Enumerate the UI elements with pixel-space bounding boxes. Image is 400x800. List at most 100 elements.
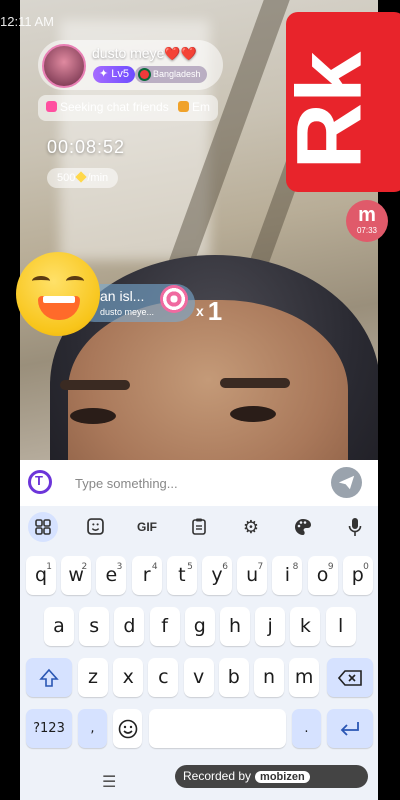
backspace-key[interactable] [327,658,373,697]
key-label: u [246,564,259,586]
key-m[interactable]: m [289,658,320,697]
left-brow [60,380,130,390]
key-label: c [158,666,169,688]
gift-count-number: 1 [207,296,223,326]
emoji-key[interactable] [113,709,142,748]
key-label: b [227,666,240,688]
key-k[interactable]: k [290,607,321,646]
app-logo-icon[interactable]: T [28,470,52,494]
key-label: f [161,615,168,637]
sticker-icon[interactable] [80,512,110,542]
key-hint: 8 [292,562,299,572]
gif-button[interactable]: GIF [132,512,162,542]
rk-logo-text: Rk [278,51,381,170]
mic-icon[interactable] [340,512,370,542]
menu-icon[interactable]: ☰ [102,772,116,792]
message-input[interactable] [70,472,310,494]
key-label: p [351,564,364,586]
key-hint: 7 [257,562,264,572]
book-tag-icon [178,101,189,112]
key-j[interactable]: j [255,607,286,646]
clipboard-icon[interactable] [184,512,214,542]
laughing-emoji-icon [16,252,100,336]
enter-key[interactable] [327,709,373,748]
tag-item: Em [178,100,210,114]
key-b[interactable]: b [218,658,249,697]
key-l[interactable]: l [325,607,356,646]
gift-count-prefix: x [196,303,204,319]
key-hint: 6 [222,562,228,572]
key-i[interactable]: i8 [272,556,303,595]
key-e[interactable]: e3 [96,556,127,595]
key-label: m [294,666,314,688]
key-s[interactable]: s [79,607,110,646]
gear-icon[interactable]: ⚙ [236,512,266,542]
key-label: e [105,564,118,586]
level-badge: ✦ Lv5 [93,66,136,83]
key-h[interactable]: h [220,607,250,646]
key-u[interactable]: u7 [237,556,268,595]
key-label: a [53,615,65,637]
send-button[interactable] [331,467,362,498]
bangladesh-flag-icon [140,70,149,79]
key-x[interactable]: x [113,658,144,697]
key-label: s [89,615,100,637]
key-hint: 9 [327,562,334,572]
key-o[interactable]: o9 [307,556,338,595]
palette-icon[interactable] [288,512,318,542]
key-label: j [267,615,273,637]
host-name: dusto meye❤️❤️ [92,45,197,62]
side-bubble[interactable]: m 07:33 [346,200,388,242]
key-label: t [178,564,186,586]
key-q[interactable]: q1 [26,556,56,595]
key-z[interactable]: z [78,658,108,697]
symbols-key[interactable]: ?123 [26,709,72,748]
key-c[interactable]: c [148,658,179,697]
key-t[interactable]: t5 [166,556,197,595]
comma-key[interactable]: , [78,709,107,748]
key-hint: 4 [151,562,158,572]
level-text: Lv5 [111,68,130,80]
right-brow [220,378,290,388]
host-avatar[interactable] [42,44,86,88]
side-bubble-time: 07:33 [356,226,378,235]
key-label: o [316,564,329,586]
key-w[interactable]: w2 [61,556,92,595]
emoji-eye [66,276,84,286]
rate-unit: /min [87,172,109,184]
gift-receiver: dusto meye... [100,307,155,317]
key-g[interactable]: g [184,607,215,646]
period-key[interactable]: . [292,709,321,748]
key-label: n [262,666,276,688]
key-n[interactable]: n [254,658,284,697]
recorder-brand: mobizen [255,771,310,783]
recorder-watermark: Recorded by mobizen [175,765,368,788]
key-f[interactable]: f [149,607,180,646]
key-a[interactable]: a [44,607,74,646]
key-v[interactable]: v [183,658,214,697]
space-key[interactable] [149,709,286,748]
key-r[interactable]: r4 [131,556,162,595]
gift-sender: an isl... [100,288,145,304]
key-d[interactable]: d [114,607,145,646]
key-label: g [193,615,206,637]
key-p[interactable]: p0 [342,556,373,595]
gift-count: x1 [196,296,222,327]
key-y[interactable]: y6 [202,556,232,595]
heart-tag-icon [46,101,57,112]
tag-text: Seeking chat friends [60,100,169,114]
tag-bar: Seeking chat friends Em [38,95,218,121]
right-eye [230,406,276,422]
key-label: i [284,564,291,586]
shift-key[interactable] [26,658,72,697]
emoji-eye [32,276,50,286]
key-label: z [88,666,98,688]
left-eye [70,408,116,424]
emoji-teeth [43,296,75,303]
candy-gift-icon [160,285,188,313]
side-bubble-label: m [358,204,376,226]
country-badge: Bangladesh [135,66,207,83]
recorder-text: Recorded by [183,769,252,783]
key-label: y [211,564,223,586]
grid-icon[interactable] [28,512,58,542]
